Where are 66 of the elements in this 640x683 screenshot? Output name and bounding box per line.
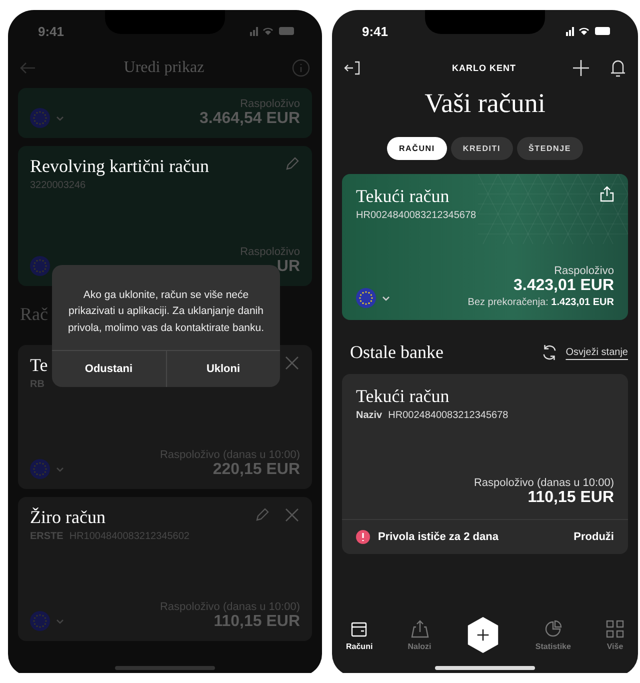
eu-flag-icon <box>30 611 50 631</box>
available-label: Raspoloživo <box>554 265 614 277</box>
tab[interactable]: RAČUNI <box>386 137 447 160</box>
add-button[interactable] <box>466 616 500 654</box>
status-icons-drawing <box>250 26 294 36</box>
account-iban: HR0024840083212345678 <box>388 410 508 421</box>
eu-flag-icon <box>30 256 50 276</box>
balance-amount: 3.423,01 EUR <box>513 277 614 295</box>
alert-icon <box>356 530 370 544</box>
pencil-icon[interactable] <box>284 156 300 172</box>
balance-amount: 3.464,54 EUR <box>199 110 300 128</box>
account-number: 3220003246 <box>30 180 87 191</box>
status-time: 9:41 <box>362 24 388 38</box>
nav-tab[interactable]: Računi <box>346 620 373 650</box>
account-name: Žiro račun <box>30 507 106 528</box>
section-title: Ostale banke <box>350 342 444 362</box>
balance-amount: 110,15 EUR <box>528 489 614 507</box>
nav-tab[interactable]: Nalozi <box>408 620 432 650</box>
account-card[interactable]: Tekući račun HR0024840083212345678 Raspoloživo 3.423,01 EUR Bez prekoračenja: 1.423,01 EUR <box>342 174 628 320</box>
account-name: Tekući račun <box>356 386 450 407</box>
status-icons-drawing <box>566 26 610 36</box>
back-arrow-icon[interactable] <box>20 62 36 74</box>
overdraft-text: Bez prekoračenja: 1.423,01 EUR <box>468 297 614 308</box>
refresh-link[interactable]: Osvježi stanje <box>566 346 628 358</box>
info-icon[interactable] <box>292 59 310 77</box>
account-name: Revolving kartični račun <box>30 156 209 177</box>
plus-icon[interactable] <box>572 59 590 77</box>
dialog-button[interactable]: Ukloni <box>166 350 280 387</box>
available-label: Raspoloživo <box>240 246 300 258</box>
account-card[interactable]: Tekući račun Naziv HR0024840083212345678 Raspoloživo (danas u 10:00) 110,15 EUR Privola ističe za 2 dana Produži <box>342 374 628 554</box>
logout-icon[interactable] <box>344 61 360 75</box>
dialog-button[interactable]: Odustani <box>52 350 166 387</box>
tab[interactable]: KREDITI <box>450 137 513 160</box>
grid-icon <box>606 620 624 638</box>
available-label: Raspoloživo <box>240 98 300 110</box>
status-time: 9:41 <box>38 24 64 38</box>
balance-amount: 110,15 EUR <box>214 613 300 631</box>
eu-flag-icon <box>356 288 376 308</box>
bell-icon[interactable] <box>610 59 626 77</box>
refresh-icon[interactable] <box>540 344 558 360</box>
section-title: Rač <box>20 304 48 325</box>
tab[interactable]: ŠTEDNJE <box>516 137 584 160</box>
eu-flag-icon <box>30 108 50 128</box>
extend-button[interactable]: Produži <box>574 531 614 543</box>
available-label: Raspoloživo (danas u 10:00) <box>474 477 614 489</box>
close-icon[interactable] <box>284 355 300 371</box>
account-name: Te <box>30 355 48 376</box>
account-iban: HR0024840083212345678 <box>356 210 476 221</box>
user-name: KARLO KENT <box>452 63 516 73</box>
consent-notice: Privola ističe za 2 dana <box>378 531 500 543</box>
balance-amount: 220,15 EUR <box>212 461 300 479</box>
upload-icon <box>410 620 428 638</box>
account-name: Tekući račun <box>356 186 450 207</box>
page-title: Vaši računi <box>424 88 546 119</box>
eu-flag-icon <box>30 459 50 479</box>
screen-title: Uredi prikaz <box>124 59 204 77</box>
nav-tab[interactable]: Više <box>606 620 624 650</box>
nav-tab[interactable]: Statistike <box>535 620 571 650</box>
share-icon[interactable] <box>600 186 614 202</box>
close-icon[interactable] <box>284 507 300 523</box>
dialog-message: Ako ga uklonite, račun se više neće prikazivati u aplikaciji. Za uklanjanje danih privola, molimo vas da kontaktirate banku. <box>66 288 266 336</box>
balance-amount: UR <box>276 258 300 276</box>
pie-chart-icon <box>544 620 562 638</box>
pencil-icon[interactable] <box>254 507 270 523</box>
wallet-icon <box>350 620 368 638</box>
bank-name: Naziv <box>356 410 382 421</box>
